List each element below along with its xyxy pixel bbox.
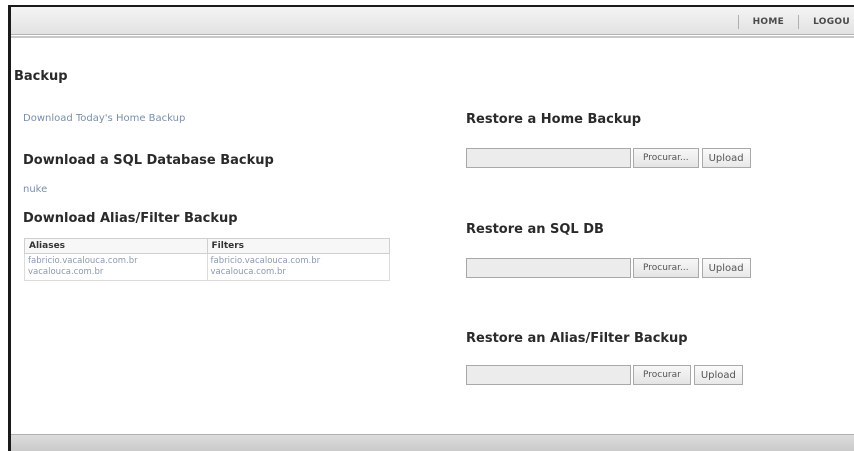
top-nav: HOME LOGOU	[737, 14, 854, 30]
download-today-home-backup-link[interactable]: Download Today's Home Backup	[23, 113, 185, 124]
restore-alias-upload-button[interactable]: Upload	[693, 365, 743, 385]
filters-cell: fabricio.vacalouca.com.br vacalouca.com.…	[206, 253, 390, 281]
restore-sql-file-input[interactable]	[466, 258, 631, 278]
alias-item[interactable]: vacalouca.com.br	[28, 267, 204, 278]
restore-sql-upload-row: Procurar... Upload	[466, 258, 751, 278]
app-frame: HOME LOGOU Backup Download Today's Home …	[8, 5, 854, 451]
restore-home-browse-button[interactable]: Procurar...	[633, 148, 699, 168]
alias-item[interactable]: fabricio.vacalouca.com.br	[28, 256, 204, 267]
restore-home-file-input[interactable]	[466, 148, 631, 168]
filters-column-header: Filters	[206, 238, 390, 254]
alias-filter-table: Aliases Filters fabricio.vacalouca.com.b…	[24, 238, 390, 281]
restore-home-upload-row: Procurar... Upload	[466, 148, 751, 168]
alias-filter-backup-heading: Download Alias/Filter Backup	[23, 211, 238, 226]
nav-home-link[interactable]: HOME	[737, 15, 799, 29]
filter-item[interactable]: vacalouca.com.br	[211, 267, 387, 278]
filter-item[interactable]: fabricio.vacalouca.com.br	[211, 256, 387, 267]
nav-logout-link[interactable]: LOGOU	[798, 15, 854, 29]
restore-home-upload-button[interactable]: Upload	[701, 148, 751, 168]
table-header-row: Aliases Filters	[24, 238, 390, 254]
restore-alias-file-input[interactable]	[466, 365, 631, 385]
restore-sql-heading: Restore an SQL DB	[466, 222, 604, 237]
restore-home-heading: Restore a Home Backup	[466, 112, 642, 127]
aliases-cell: fabricio.vacalouca.com.br vacalouca.com.…	[24, 253, 208, 281]
restore-alias-upload-row: Procurar Upload	[466, 365, 743, 385]
sql-database-link[interactable]: nuke	[23, 184, 47, 195]
sql-backup-heading: Download a SQL Database Backup	[23, 153, 274, 168]
restore-alias-heading: Restore an Alias/Filter Backup	[466, 331, 688, 346]
restore-alias-browse-button[interactable]: Procurar	[633, 365, 691, 385]
footer-bar	[11, 434, 854, 451]
restore-sql-browse-button[interactable]: Procurar...	[633, 258, 699, 278]
header-divider	[11, 36, 854, 38]
page-title: Backup	[14, 69, 68, 84]
restore-sql-upload-button[interactable]: Upload	[701, 258, 751, 278]
top-bar: HOME LOGOU	[11, 7, 854, 35]
table-row: fabricio.vacalouca.com.br vacalouca.com.…	[24, 253, 390, 281]
aliases-column-header: Aliases	[24, 238, 208, 254]
